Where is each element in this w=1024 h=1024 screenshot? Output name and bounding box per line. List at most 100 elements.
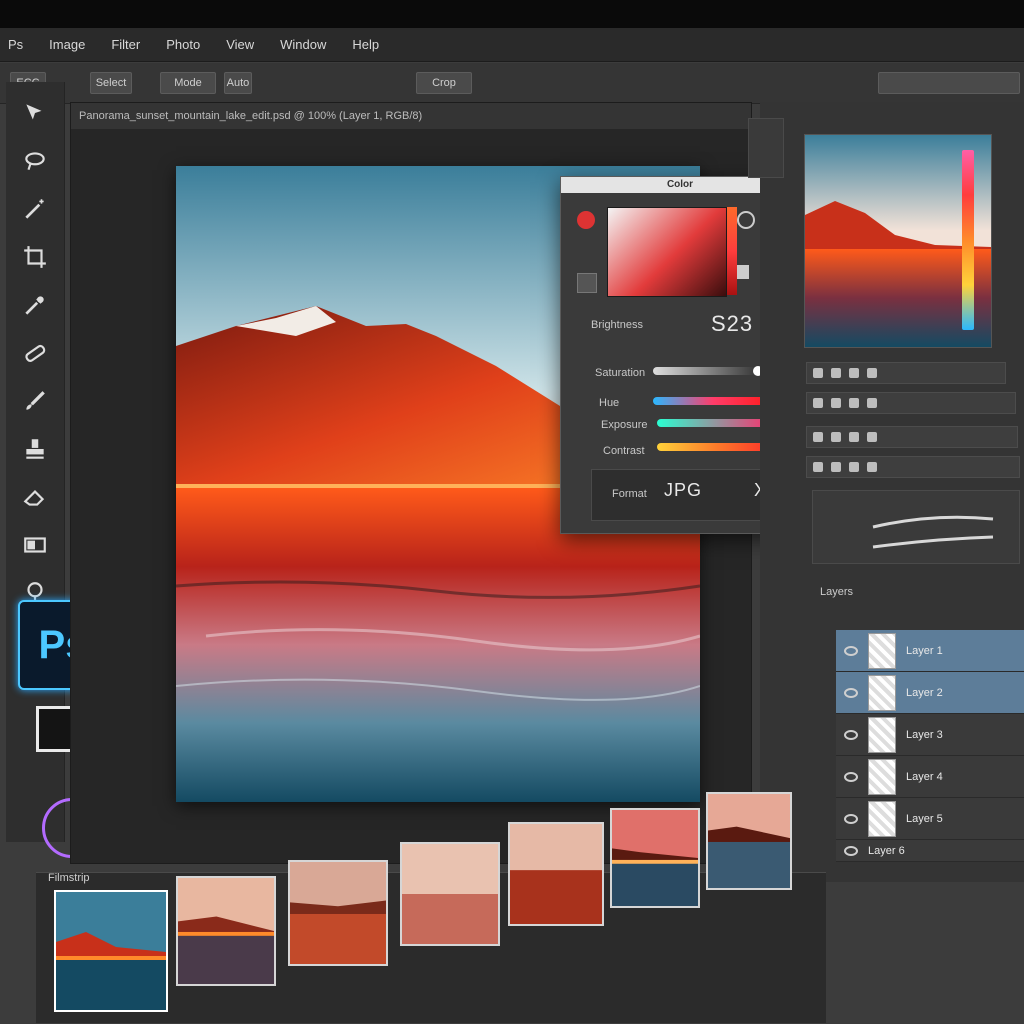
eraser-icon — [23, 490, 45, 506]
magic-wand-tool[interactable] — [16, 190, 54, 228]
brightness-value[interactable]: S23 — [711, 311, 753, 337]
workspace-switcher[interactable] — [878, 72, 1020, 94]
gradient-tool[interactable] — [16, 526, 54, 564]
hue-slider[interactable] — [653, 396, 773, 406]
thumb-image — [56, 892, 166, 1010]
curves-panel[interactable] — [812, 490, 1020, 564]
eraser-tool[interactable] — [16, 478, 54, 516]
film-thumb[interactable] — [508, 822, 604, 926]
swap-icon[interactable] — [577, 273, 597, 293]
layer-name: Layer 3 — [906, 728, 943, 741]
film-thumb[interactable] — [288, 860, 388, 966]
mask-icon[interactable] — [831, 368, 841, 378]
film-thumb[interactable] — [176, 876, 276, 986]
delete-icon[interactable] — [831, 462, 841, 472]
brush-icon[interactable] — [813, 398, 823, 408]
new-layer-icon[interactable] — [813, 462, 823, 472]
eyedropper-tool[interactable] — [16, 286, 54, 324]
menu-item-window[interactable]: Window — [280, 37, 326, 52]
opacity-icon[interactable] — [831, 432, 841, 442]
layers-panel-header[interactable]: Layers — [820, 580, 1024, 604]
panel-controls-row[interactable] — [806, 392, 1016, 414]
menu-item-filter[interactable]: Filter — [111, 37, 140, 52]
lasso-icon — [25, 152, 45, 171]
menu-item-photo[interactable]: Photo — [166, 37, 200, 52]
layer-row[interactable]: Layer 6 — [836, 840, 1024, 862]
thumb-image — [402, 844, 498, 944]
settings-icon[interactable] — [737, 211, 755, 229]
layer-row[interactable]: Layer 3 — [836, 714, 1024, 756]
layer-row[interactable]: Layer 4 — [836, 756, 1024, 798]
layer-name: Layer 1 — [906, 644, 943, 657]
brush-tool[interactable] — [16, 382, 54, 420]
folder-icon[interactable] — [867, 368, 877, 378]
menu-item-view[interactable]: View — [226, 37, 254, 52]
crop-tool[interactable] — [16, 238, 54, 276]
layer-thumbnail — [868, 800, 896, 837]
color-picker-field[interactable] — [607, 207, 727, 297]
eyedropper-icon — [25, 296, 44, 315]
format-value[interactable]: JPG — [664, 480, 702, 501]
stamp-icon — [26, 439, 44, 459]
eye-icon[interactable] — [844, 687, 858, 698]
clone-stamp-tool[interactable] — [16, 430, 54, 468]
link-icon[interactable] — [831, 398, 841, 408]
blend-icon[interactable] — [849, 432, 859, 442]
panel-controls-row[interactable] — [806, 362, 1006, 384]
menu-item-app[interactable]: Ps — [8, 37, 23, 52]
document-tab[interactable]: Panorama_sunset_mountain_lake_edit.psd @… — [71, 103, 751, 129]
eye-icon[interactable] — [844, 645, 858, 656]
eye-icon[interactable] — [844, 729, 858, 740]
menu-item-help[interactable]: Help — [352, 37, 379, 52]
layer-thumbnail — [868, 632, 896, 669]
move-tool[interactable] — [16, 94, 54, 132]
menu-item-image[interactable]: Image — [49, 37, 85, 52]
layer-name: Layer 5 — [906, 812, 943, 825]
lock-icon[interactable] — [849, 398, 859, 408]
hue-strip[interactable] — [727, 207, 737, 295]
exposure-slider[interactable] — [657, 418, 775, 428]
eye-icon[interactable] — [844, 813, 858, 824]
film-thumb[interactable] — [706, 792, 792, 890]
auto-button[interactable]: Auto — [224, 72, 252, 94]
panel-controls-row[interactable] — [806, 456, 1020, 478]
group-icon[interactable] — [849, 462, 859, 472]
brush-icon — [26, 391, 45, 410]
film-thumb[interactable] — [400, 842, 500, 946]
layer-row[interactable]: Layer 2 — [836, 672, 1024, 714]
eyedropper-icon[interactable] — [577, 211, 595, 229]
curve-icon — [872, 515, 994, 549]
brightness-label: Brightness — [591, 319, 643, 331]
visibility-icon[interactable] — [813, 432, 823, 442]
mode-button[interactable]: Mode — [160, 72, 216, 94]
layer-thumbnail — [868, 674, 896, 711]
film-thumb[interactable] — [54, 890, 168, 1012]
magic-wand-icon — [25, 199, 44, 219]
style-icon[interactable] — [867, 462, 877, 472]
lock-icon[interactable] — [737, 265, 749, 279]
fx-icon[interactable] — [813, 368, 823, 378]
panel-controls-row[interactable] — [806, 426, 1018, 448]
contrast-slider[interactable] — [657, 442, 777, 452]
eye-icon[interactable] — [844, 845, 858, 856]
layer-row[interactable]: Layer 5 — [836, 798, 1024, 840]
panel-toggle[interactable] — [748, 118, 784, 178]
saturation-slider[interactable] — [653, 366, 771, 376]
crop-button[interactable]: Crop — [416, 72, 472, 94]
crop-icon — [24, 246, 46, 268]
thumb-image — [510, 824, 602, 924]
gradient-icon — [24, 537, 46, 553]
lasso-tool[interactable] — [16, 142, 54, 180]
eye-icon[interactable] — [844, 771, 858, 782]
fill-icon[interactable] — [867, 398, 877, 408]
healing-brush-tool[interactable] — [16, 334, 54, 372]
adjust-icon[interactable] — [849, 368, 859, 378]
film-thumb[interactable] — [610, 808, 700, 908]
filter-icon[interactable] — [867, 432, 877, 442]
color-gradient-bar[interactable] — [962, 150, 974, 330]
layer-row[interactable]: Layer 1 — [836, 630, 1024, 672]
menu-bar: Ps Image Filter Photo View Window Help — [0, 28, 1024, 62]
exposure-label: Exposure — [601, 419, 648, 431]
layer-thumbnail — [868, 758, 896, 795]
select-button[interactable]: Select — [90, 72, 132, 94]
